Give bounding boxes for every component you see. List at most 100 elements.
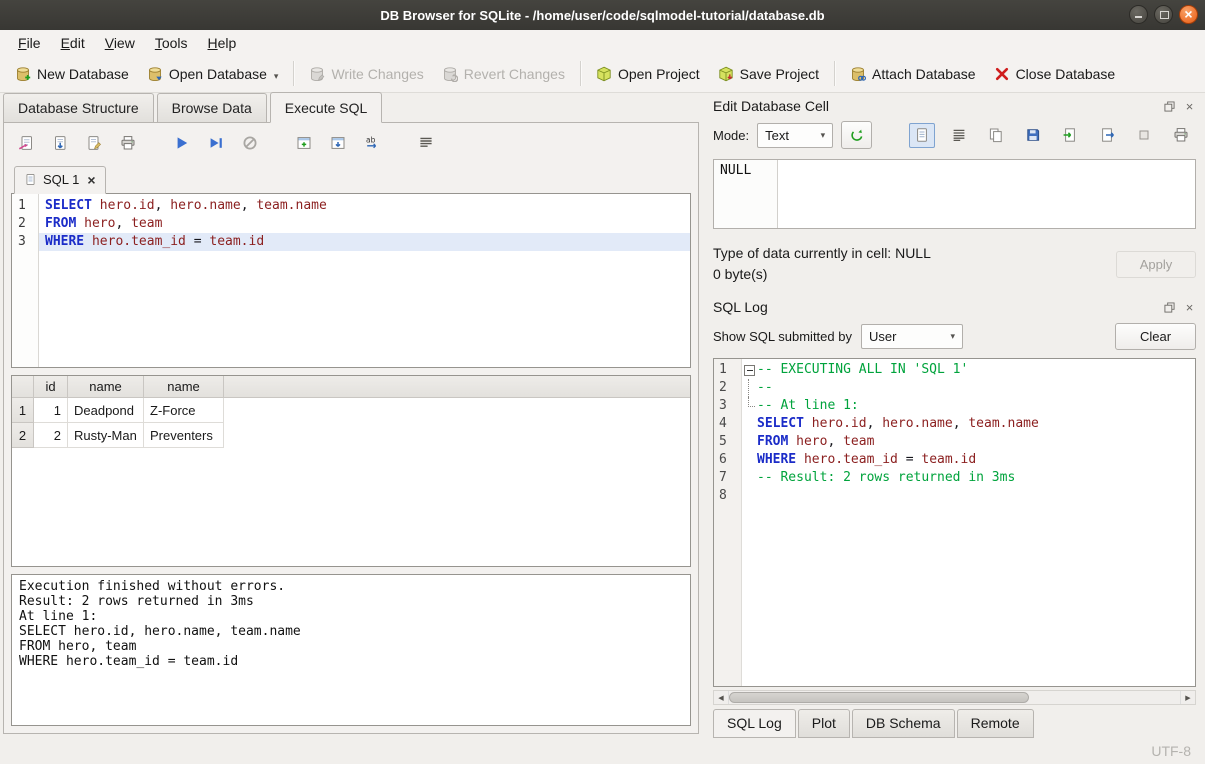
save-sql-file-icon[interactable]: [47, 131, 73, 155]
menu-edit[interactable]: Edit: [51, 32, 95, 54]
submitter-value: User: [869, 329, 896, 344]
line-number: 2: [714, 379, 741, 397]
table-cell[interactable]: Preventers: [144, 423, 224, 448]
dock-tab-sql-log[interactable]: SQL Log: [713, 709, 796, 738]
menu-help[interactable]: Help: [198, 32, 247, 54]
toolbar-gap: [149, 143, 161, 144]
cell-type-info: Type of data currently in cell: NULL: [713, 243, 931, 264]
close-edit-cell-icon[interactable]: ×: [1183, 100, 1196, 113]
menu-view[interactable]: View: [95, 32, 145, 54]
column-header[interactable]: name: [144, 376, 224, 397]
toolbar-dropdown-icon[interactable]: ▾: [274, 71, 279, 82]
title-bar[interactable]: DB Browser for SQLite - /home/user/code/…: [0, 0, 1205, 30]
tab-database-structure[interactable]: Database Structure: [3, 93, 154, 122]
import-cell-icon[interactable]: [1057, 123, 1083, 148]
execute-all-icon[interactable]: [169, 131, 195, 155]
undock-edit-cell-icon[interactable]: [1163, 100, 1176, 113]
toolbar-item-label: Revert Changes: [464, 66, 565, 82]
tree-guide: [742, 469, 757, 487]
open-project-button[interactable]: Open Project: [587, 60, 709, 88]
sql-log-title: SQL Log: [713, 299, 768, 315]
toolbar-separator: [580, 61, 581, 86]
find-replace-icon[interactable]: ab: [359, 131, 385, 155]
dock-tab-plot[interactable]: Plot: [798, 709, 850, 738]
column-header[interactable]: name: [68, 376, 144, 397]
text-view-icon[interactable]: [909, 123, 935, 148]
edit-cell-controls: Mode: Text ▾: [704, 118, 1205, 151]
dock-tab-db-schema[interactable]: DB Schema: [852, 709, 955, 738]
execute-current-line-icon[interactable]: [203, 131, 229, 155]
close-database-button[interactable]: Close Database: [985, 60, 1125, 88]
cell-editor-content[interactable]: [778, 160, 1195, 228]
clear-button[interactable]: Clear: [1115, 323, 1196, 350]
results-grid: idnamename 11DeadpondZ-Force22Rusty-ManP…: [11, 375, 691, 567]
tab-browse-data[interactable]: Browse Data: [157, 93, 267, 122]
attach-database-button[interactable]: Attach Database: [841, 60, 985, 88]
sql-tab-label: SQL 1: [43, 172, 79, 187]
chevron-down-icon: ▾: [821, 130, 826, 141]
save-cell-icon[interactable]: [1020, 123, 1046, 148]
copy-cell-icon[interactable]: [983, 123, 1009, 148]
submitter-select[interactable]: User ▾: [861, 324, 963, 349]
tab-close-icon[interactable]: ×: [87, 174, 95, 186]
mode-select[interactable]: Text ▾: [757, 123, 833, 148]
print-sql-icon[interactable]: [115, 131, 141, 155]
import-data-button[interactable]: [841, 121, 872, 149]
maximize-icon[interactable]: [1154, 5, 1173, 24]
tab-execute-sql[interactable]: Execute SQL: [270, 92, 383, 123]
close-sql-log-icon[interactable]: ×: [1183, 301, 1196, 314]
project-open-icon: [596, 66, 612, 82]
row-number[interactable]: 2: [12, 423, 34, 448]
scroll-left-icon[interactable]: ◀: [714, 691, 729, 704]
project-save-icon: [718, 66, 734, 82]
execute-sql-pane: ab SQL 1 × 123 SELECT hero.id, hero.name…: [3, 122, 699, 734]
grid-corner: [12, 376, 34, 397]
collapse-icon[interactable]: [742, 361, 757, 379]
menu-file[interactable]: File: [8, 32, 51, 54]
table-cell[interactable]: Rusty-Man: [68, 423, 144, 448]
scrollbar-thumb[interactable]: [729, 692, 1029, 703]
sql-editor[interactable]: 123 SELECT hero.id, hero.name, team.name…: [11, 193, 691, 368]
line-number: 8: [714, 487, 741, 505]
row-number[interactable]: 1: [12, 398, 34, 423]
new-database-button[interactable]: New Database: [6, 60, 138, 88]
sql-log-filter-row: Show SQL submitted by User ▾ Clear: [704, 319, 1205, 352]
toolbar-separator: [834, 61, 835, 86]
undock-sql-log-icon[interactable]: [1163, 301, 1176, 314]
print-cell-icon[interactable]: [1168, 123, 1194, 148]
close-window-icon[interactable]: ×: [1179, 5, 1198, 24]
db-new-icon: [15, 66, 31, 82]
word-wrap-icon[interactable]: [946, 123, 972, 148]
cell-editor[interactable]: NULL: [713, 159, 1196, 229]
sql-editor-tab[interactable]: SQL 1 ×: [14, 166, 106, 194]
auto-format-icon[interactable]: [413, 131, 439, 155]
open-database-button[interactable]: Open Database▾: [138, 60, 288, 88]
sql-file-icon: [24, 173, 37, 186]
toolbar-item-label: New Database: [37, 66, 129, 82]
set-null-icon[interactable]: [1131, 123, 1157, 148]
table-cell[interactable]: Z-Force: [144, 398, 224, 423]
table-cell[interactable]: 1: [34, 398, 68, 423]
table-cell[interactable]: 2: [34, 423, 68, 448]
scroll-right-icon[interactable]: ▶: [1180, 691, 1195, 704]
menu-tools[interactable]: Tools: [145, 32, 198, 54]
table-cell[interactable]: Deadpond: [68, 398, 144, 423]
cell-info-row: Type of data currently in cell: NULL 0 b…: [704, 229, 1205, 285]
line-number: 5: [714, 433, 741, 451]
sql-log-view[interactable]: 12345678 -- EXECUTING ALL IN 'SQL 1'----…: [713, 358, 1196, 687]
log-hscrollbar[interactable]: ◀ ▶: [713, 690, 1196, 705]
column-header[interactable]: id: [34, 376, 68, 397]
save-sql-as-icon[interactable]: [81, 131, 107, 155]
open-sql-file-icon[interactable]: [13, 131, 39, 155]
db-attach-icon: [850, 66, 866, 82]
tree-guide: [742, 451, 757, 469]
export-cell-icon[interactable]: [1094, 123, 1120, 148]
execution-log[interactable]: Execution finished without errors. Resul…: [11, 574, 691, 726]
minimize-icon[interactable]: [1129, 5, 1148, 24]
save-project-button[interactable]: Save Project: [709, 60, 828, 88]
open-tab-icon[interactable]: [325, 131, 351, 155]
dock-tab-remote[interactable]: Remote: [957, 709, 1034, 738]
new-tab-icon[interactable]: [291, 131, 317, 155]
toolbar-item-label: Close Database: [1016, 66, 1116, 82]
editor-code[interactable]: SELECT hero.id, hero.name, team.nameFROM…: [39, 194, 690, 367]
